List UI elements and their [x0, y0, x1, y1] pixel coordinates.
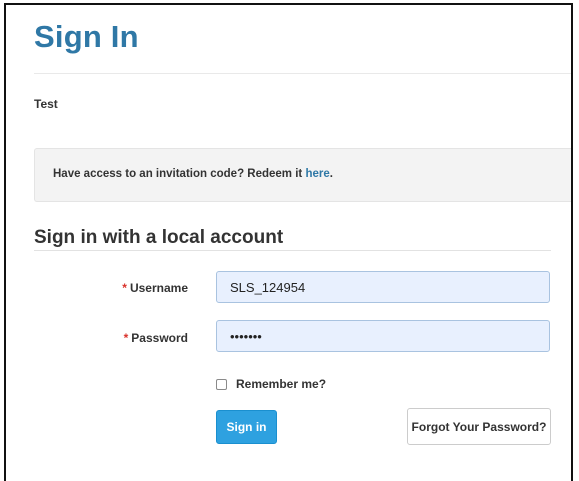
- page-subtitle: Test: [34, 97, 58, 111]
- sign-in-button[interactable]: Sign in: [216, 410, 277, 444]
- required-marker: *: [123, 331, 129, 345]
- password-input[interactable]: [216, 320, 550, 352]
- sign-in-page: Sign In Test Have access to an invitatio…: [4, 3, 573, 481]
- username-label-text: Username: [129, 281, 188, 295]
- password-label-text: Password: [131, 331, 188, 345]
- required-marker: *: [122, 281, 127, 295]
- invitation-text: Have access to an invitation code? Redee…: [53, 168, 333, 180]
- password-label: * Password: [6, 331, 188, 345]
- username-label: * Username: [6, 281, 188, 295]
- forgot-password-button[interactable]: Forgot Your Password?: [407, 408, 551, 445]
- username-input[interactable]: [216, 271, 550, 303]
- invitation-prompt: Have access to an invitation code? Redee…: [53, 168, 306, 180]
- remember-me-row: Remember me?: [216, 377, 326, 391]
- page-title: Sign In: [34, 19, 139, 54]
- invitation-notice: Have access to an invitation code? Redee…: [34, 148, 571, 202]
- section-divider: [34, 250, 551, 251]
- remember-me-label[interactable]: Remember me?: [236, 377, 326, 391]
- invitation-redeem-link[interactable]: here: [305, 168, 329, 180]
- invitation-suffix: .: [329, 168, 333, 180]
- local-account-heading: Sign in with a local account: [34, 227, 284, 248]
- title-divider: [34, 73, 571, 74]
- remember-me-checkbox[interactable]: [216, 378, 227, 390]
